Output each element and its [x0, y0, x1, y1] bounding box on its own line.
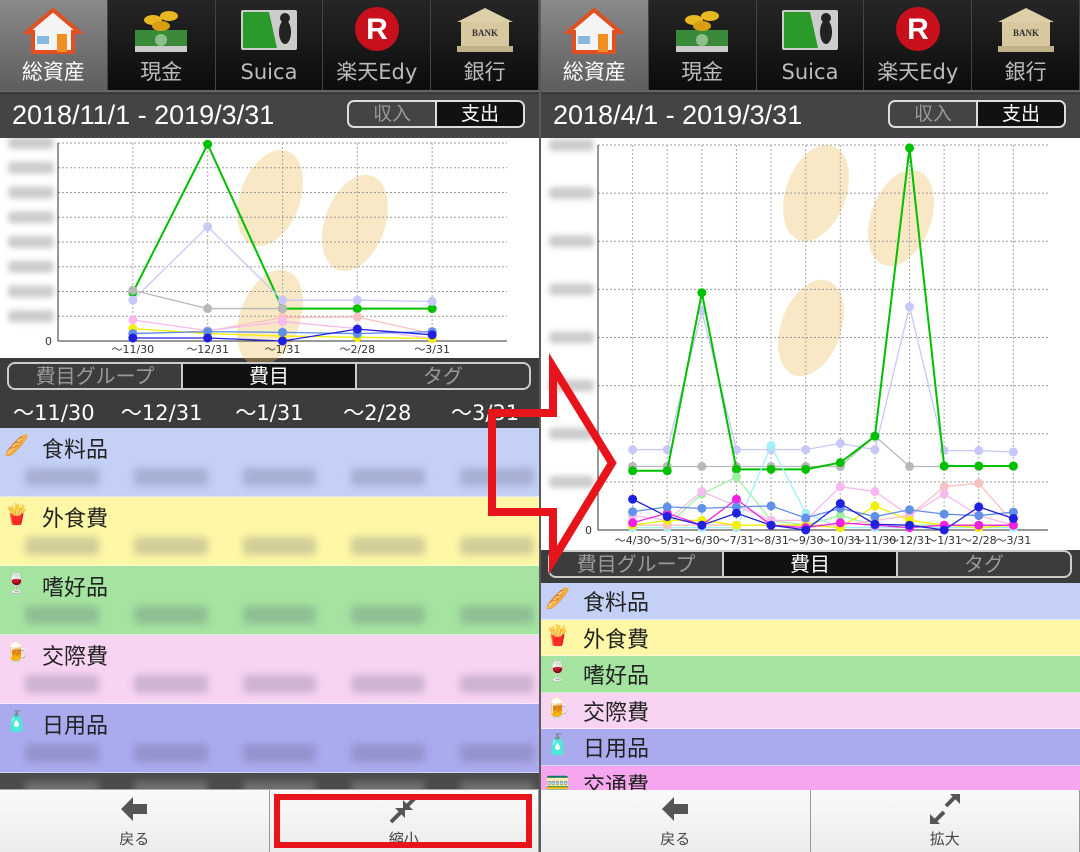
highlight-box [274, 794, 532, 848]
arrow-right-overlay [488, 352, 617, 575]
